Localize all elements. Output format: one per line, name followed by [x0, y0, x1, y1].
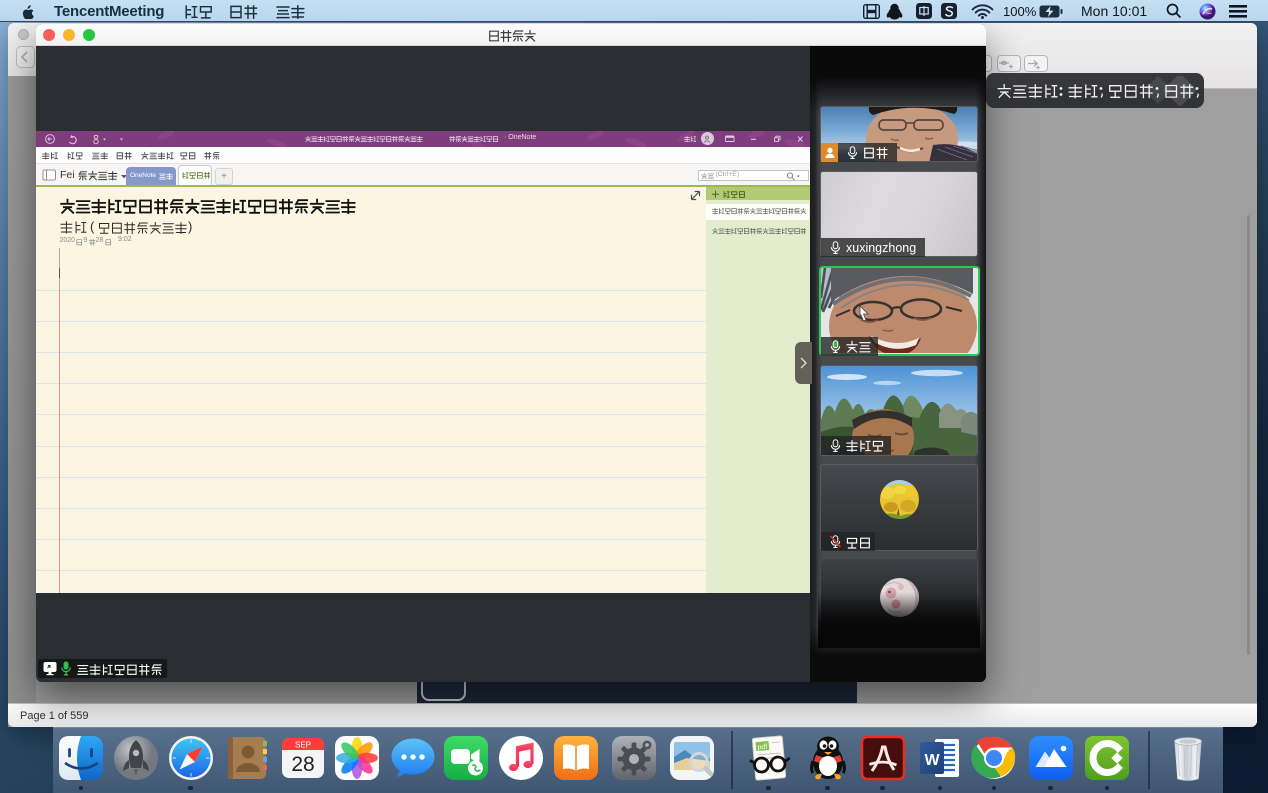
- svg-text:28: 28: [291, 753, 314, 776]
- svg-text:pdf: pdf: [757, 744, 767, 752]
- svg-text:W: W: [924, 752, 940, 769]
- svg-text:SEP: SEP: [294, 741, 310, 750]
